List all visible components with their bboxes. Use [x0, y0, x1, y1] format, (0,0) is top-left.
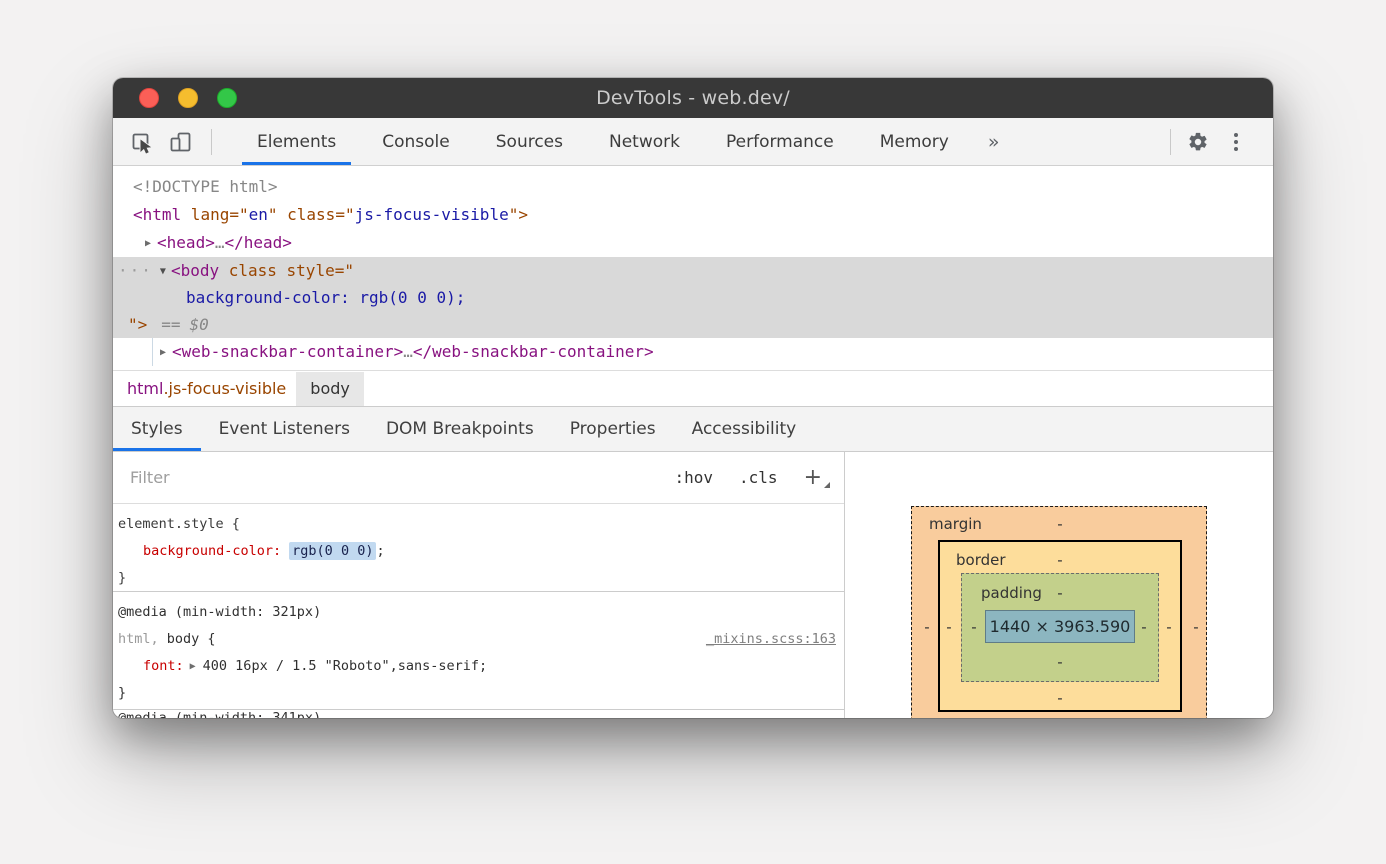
tab-memory[interactable]: Memory — [857, 118, 972, 165]
inspect-element-button[interactable] — [125, 125, 159, 159]
expand-arrow-icon[interactable]: ▶ — [145, 230, 151, 258]
margin-top-value[interactable]: - — [1054, 514, 1066, 534]
padding-right-value[interactable]: - — [1138, 617, 1150, 637]
dom-node-body-selected[interactable]: ···▼<body class style=" background-color… — [113, 257, 1273, 338]
margin-left-value[interactable]: - — [921, 617, 933, 637]
panel-tabs: Elements Console Sources Network Perform… — [234, 118, 972, 165]
styles-pane-buttons: :hov .cls + — [675, 465, 827, 490]
settings-button[interactable] — [1181, 125, 1215, 159]
tab-network[interactable]: Network — [586, 118, 703, 165]
breadcrumb: html.js-focus-visible body — [113, 370, 1273, 406]
toggle-element-state-button[interactable]: :hov — [675, 468, 714, 487]
more-tabs-chevron[interactable]: » — [988, 131, 1000, 153]
toolbar-divider — [211, 129, 212, 155]
dom-tree: <!DOCTYPE html> <html lang="en" class="j… — [113, 166, 1273, 370]
element-classes-button[interactable]: .cls — [739, 468, 778, 487]
media-query: @media (min-width: 321px) — [118, 604, 321, 620]
margin-label: margin — [929, 514, 982, 534]
window-title: DevTools - web.dev/ — [596, 87, 790, 109]
box-model-content[interactable]: 1440 × 3963.590 — [985, 610, 1135, 643]
sidebar-tab-event-listeners[interactable]: Event Listeners — [201, 407, 368, 451]
tab-elements[interactable]: Elements — [234, 118, 359, 165]
dom-node-doctype[interactable]: <!DOCTYPE html> — [113, 173, 1273, 201]
tab-console[interactable]: Console — [359, 118, 473, 165]
toolbar-divider — [1170, 129, 1171, 155]
style-rule-media-341-clipped: @media (min-width: 341px) — [113, 710, 844, 718]
style-rule-media-321: @media (min-width: 321px) _mixins.scss:1… — [113, 592, 844, 710]
titlebar: DevTools - web.dev/ — [113, 78, 1273, 118]
dom-node-web-snackbar-container[interactable]: ▶<web-snackbar-container>…</web-snackbar… — [113, 338, 1273, 366]
property-value[interactable]: 400 16px / 1.5 "Roboto",sans-serif; — [203, 658, 487, 674]
zoom-window-button[interactable] — [217, 88, 237, 108]
box-model-pane: 1440 × 3963.590 margin border padding - … — [845, 452, 1273, 718]
sidebar-tab-accessibility[interactable]: Accessibility — [674, 407, 815, 451]
border-right-value[interactable]: - — [1163, 617, 1175, 637]
expand-arrow-icon[interactable]: ▶ — [160, 339, 166, 367]
main-toolbar: Elements Console Sources Network Perform… — [113, 118, 1273, 166]
padding-label: padding — [981, 583, 1042, 603]
hidden-elements-dots[interactable]: ··· — [118, 261, 153, 280]
rule-selector-unmatched: html, — [118, 631, 159, 647]
tab-sources[interactable]: Sources — [473, 118, 586, 165]
border-top-value[interactable]: - — [1054, 550, 1066, 570]
console-reference: $0 — [190, 315, 209, 334]
stylesheet-source-link[interactable]: _mixins.scss:163 — [706, 626, 836, 653]
inline-style-value: background-color: rgb(0 0 0); — [186, 288, 465, 307]
tab-performance[interactable]: Performance — [703, 118, 857, 165]
long-press-corner-icon — [824, 482, 830, 488]
styles-filter-row: Filter :hov .cls + — [113, 452, 844, 504]
inspect-icon — [129, 129, 155, 155]
styles-filter-input[interactable]: Filter — [113, 468, 675, 487]
expand-property-arrow-icon[interactable]: ▶ — [190, 653, 196, 680]
close-window-button[interactable] — [139, 88, 159, 108]
traffic-lights — [139, 88, 237, 108]
property-name[interactable]: background-color: — [143, 543, 281, 559]
sidebar-tab-dom-breakpoints[interactable]: DOM Breakpoints — [368, 407, 552, 451]
sidebar-tab-strip: Styles Event Listeners DOM Breakpoints P… — [113, 406, 1273, 452]
indent-guideline — [152, 338, 153, 366]
border-label: border — [956, 550, 1006, 570]
minimize-window-button[interactable] — [178, 88, 198, 108]
main-menu-button[interactable] — [1219, 125, 1253, 159]
style-rule-element-style: element.style { background-color: rgb(0 0… — [113, 504, 844, 592]
sidebar-tab-properties[interactable]: Properties — [552, 407, 674, 451]
padding-top-value[interactable]: - — [1054, 583, 1066, 603]
kebab-menu-icon — [1221, 133, 1251, 151]
margin-right-value[interactable]: - — [1190, 617, 1202, 637]
sidebar-tab-styles[interactable]: Styles — [113, 407, 201, 451]
collapse-arrow-icon[interactable]: ▼ — [160, 258, 166, 285]
gear-icon — [1187, 131, 1209, 153]
toggle-device-toolbar-button[interactable] — [163, 125, 197, 159]
border-left-value[interactable]: - — [943, 617, 955, 637]
property-name[interactable]: font: — [143, 658, 184, 674]
breadcrumb-item-body[interactable]: body — [296, 372, 364, 406]
border-bottom-value[interactable]: - — [1054, 688, 1066, 708]
toolbar-right-controls — [1160, 125, 1273, 159]
padding-left-value[interactable]: - — [968, 617, 980, 637]
new-style-rule-button[interactable]: + — [804, 465, 826, 490]
devtools-window: DevTools - web.dev/ Elements Console Sou… — [113, 78, 1273, 718]
styles-split-view: Filter :hov .cls + element.style { backg… — [113, 452, 1273, 718]
dom-node-html[interactable]: <html lang="en" class="js-focus-visible"… — [113, 201, 1273, 229]
padding-bottom-value[interactable]: - — [1054, 652, 1066, 672]
device-toolbar-icon — [167, 129, 194, 155]
rule-selector[interactable]: body { — [159, 631, 216, 647]
styles-pane: Filter :hov .cls + element.style { backg… — [113, 452, 845, 718]
breadcrumb-item-html[interactable]: html.js-focus-visible — [123, 372, 290, 406]
rule-selector[interactable]: element.style { — [118, 516, 240, 532]
property-value-highlighted[interactable]: rgb(0 0 0) — [289, 542, 376, 560]
dom-node-head[interactable]: ▶<head>…</head> — [113, 229, 1273, 257]
